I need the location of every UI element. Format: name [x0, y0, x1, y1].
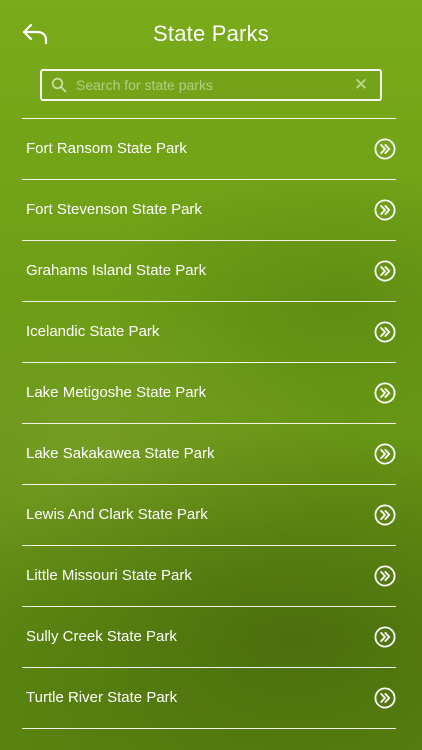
app-header: State Parks — [0, 0, 422, 68]
double-chevron-right-icon — [374, 382, 396, 404]
list-item-label: Lake Metigoshe State Park — [26, 384, 207, 401]
list-item-label: Fort Ransom State Park — [26, 140, 187, 157]
list-item-label: Turtle River State Park — [26, 689, 178, 706]
double-chevron-right-icon — [374, 199, 396, 221]
list-item[interactable]: Fort Stevenson State Park — [22, 180, 396, 241]
clear-icon[interactable]: ✕ — [352, 76, 370, 94]
search-input[interactable] — [76, 71, 346, 99]
double-chevron-right-icon — [374, 626, 396, 648]
search-bar[interactable]: ✕ — [40, 69, 382, 101]
double-chevron-right-icon — [374, 687, 396, 709]
list-item[interactable]: Lake Sakakawea State Park — [22, 424, 396, 485]
double-chevron-right-icon — [374, 565, 396, 587]
list-item-label: Lake Sakakawea State Park — [26, 445, 215, 462]
list-item[interactable]: Fort Ransom State Park — [22, 119, 396, 180]
list-item-label: Icelandic State Park — [26, 323, 160, 340]
list-item[interactable]: Little Missouri State Park — [22, 546, 396, 607]
list-item[interactable]: Sully Creek State Park — [22, 607, 396, 668]
double-chevron-right-icon — [374, 321, 396, 343]
double-chevron-right-icon — [374, 443, 396, 465]
page-title: State Parks — [153, 21, 269, 46]
list-item-label: Grahams Island State Park — [26, 262, 207, 279]
state-park-list: Fort Ransom State Park Fort Stevenson Sta… — [22, 118, 396, 729]
list-item[interactable]: Lake Metigoshe State Park — [22, 363, 396, 424]
list-item[interactable]: Grahams Island State Park — [22, 241, 396, 302]
list-item-label: Fort Stevenson State Park — [26, 201, 202, 218]
list-item-label: Lewis And Clark State Park — [26, 506, 208, 523]
search-icon — [51, 77, 67, 93]
list-item-label: Little Missouri State Park — [26, 567, 192, 584]
list-item[interactable]: Icelandic State Park — [22, 302, 396, 363]
list-item[interactable]: Lewis And Clark State Park — [22, 485, 396, 546]
list-item[interactable]: Turtle River State Park — [22, 668, 396, 729]
double-chevron-right-icon — [374, 504, 396, 526]
list-item-label: Sully Creek State Park — [26, 628, 177, 645]
double-chevron-right-icon — [374, 138, 396, 160]
double-chevron-right-icon — [374, 260, 396, 282]
